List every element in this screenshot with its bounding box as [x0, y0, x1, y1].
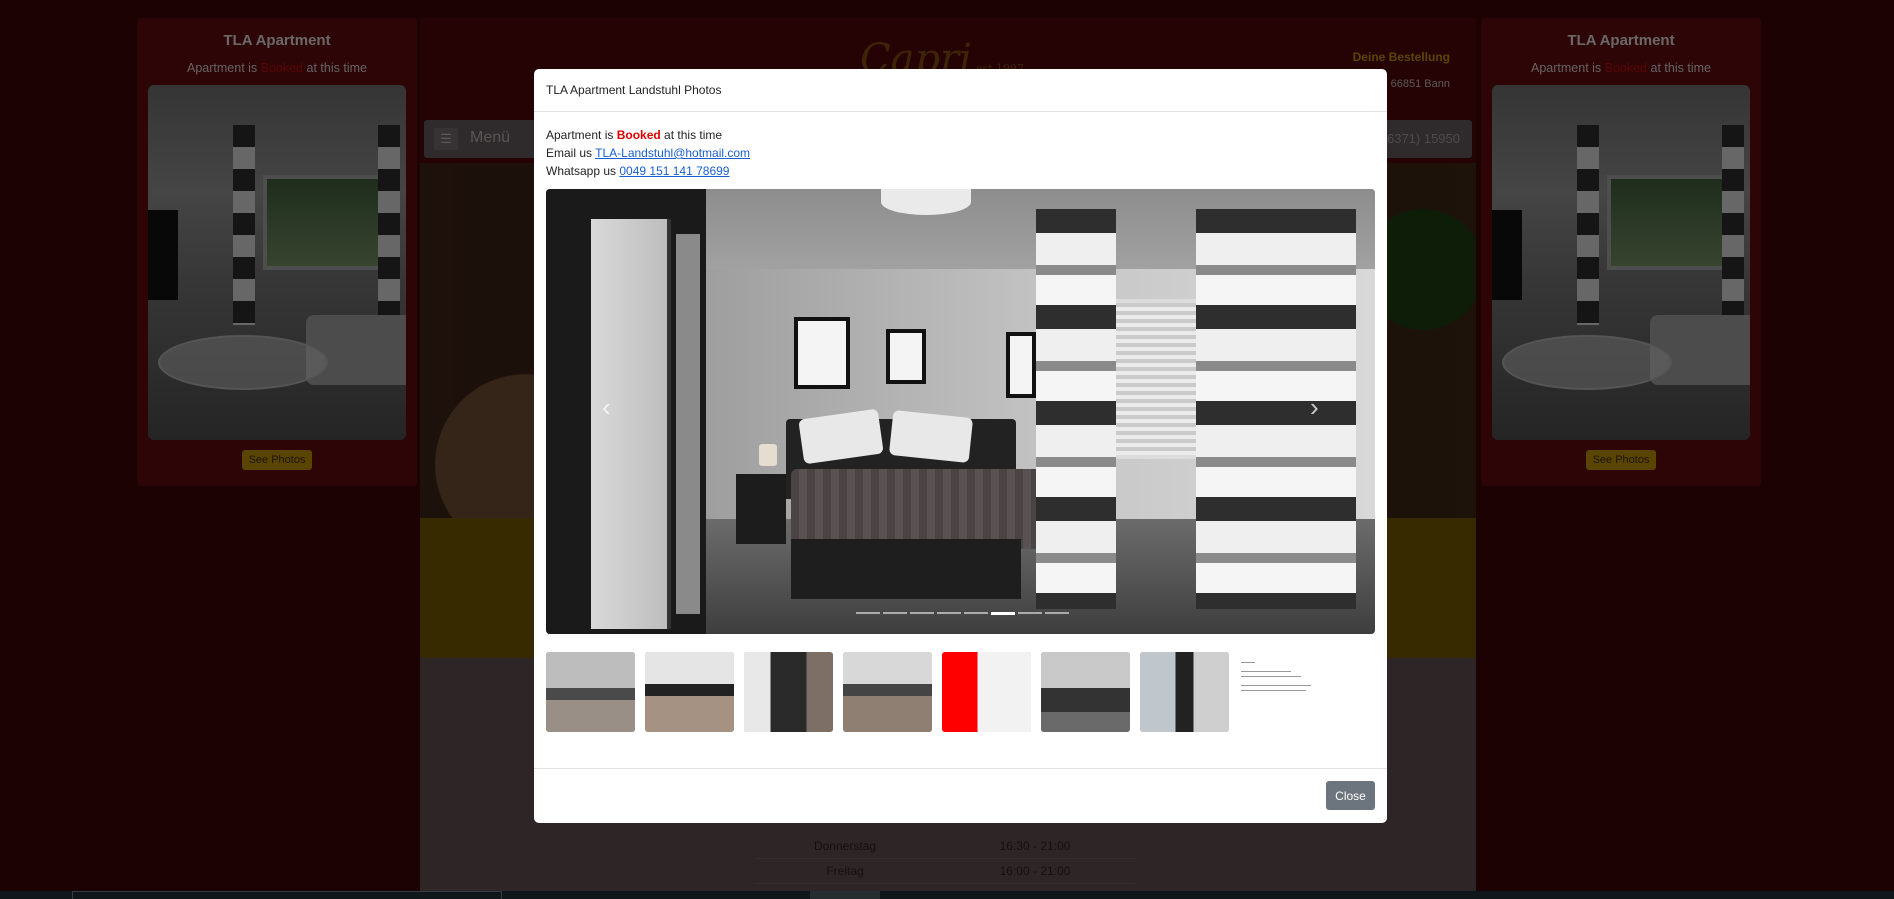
- carousel-indicator[interactable]: [991, 612, 1015, 615]
- email-link[interactable]: TLA-Landstuhl@hotmail.com: [595, 146, 750, 160]
- modal-title: TLA Apartment Landstuhl Photos: [534, 69, 1387, 112]
- carousel-indicator[interactable]: [964, 612, 988, 614]
- carousel-indicator[interactable]: [856, 612, 880, 614]
- carousel-indicators: [856, 612, 1069, 615]
- carousel-active-photo: [546, 189, 1375, 634]
- booking-status: Apartment is Booked at this time: [546, 128, 723, 142]
- carousel-indicator[interactable]: [937, 612, 961, 614]
- carousel-prev-icon[interactable]: ‹: [602, 394, 611, 420]
- thumbnail[interactable]: [942, 652, 1031, 732]
- email-line: Email us TLA-Landstuhl@hotmail.com: [546, 146, 751, 160]
- close-button[interactable]: Close: [1326, 781, 1375, 810]
- carousel-indicator[interactable]: [1045, 612, 1069, 614]
- carousel-next-icon[interactable]: ›: [1310, 394, 1319, 420]
- booked-badge: Booked: [616, 128, 661, 142]
- carousel-indicator[interactable]: [1018, 612, 1042, 614]
- thumbnail-strip: [546, 652, 1375, 732]
- whatsapp-link[interactable]: 0049 151 141 78699: [619, 164, 729, 178]
- carousel-indicator[interactable]: [883, 612, 907, 614]
- thumbnail[interactable]: [1239, 652, 1328, 732]
- thumbnail[interactable]: [1140, 652, 1229, 732]
- modal-footer: Close: [534, 768, 1387, 823]
- modal-body: Apartment is Booked at this time Email u…: [534, 112, 1387, 732]
- thumbnail[interactable]: [645, 652, 734, 732]
- photos-modal: TLA Apartment Landstuhl Photos Apartment…: [534, 69, 1387, 823]
- whatsapp-line: Whatsapp us 0049 151 141 78699: [546, 164, 730, 178]
- thumbnail[interactable]: [843, 652, 932, 732]
- thumbnail[interactable]: [546, 652, 635, 732]
- photo-carousel[interactable]: ‹ ›: [546, 189, 1375, 634]
- carousel-indicator[interactable]: [910, 612, 934, 614]
- thumbnail[interactable]: [1041, 652, 1130, 732]
- thumbnail[interactable]: [744, 652, 833, 732]
